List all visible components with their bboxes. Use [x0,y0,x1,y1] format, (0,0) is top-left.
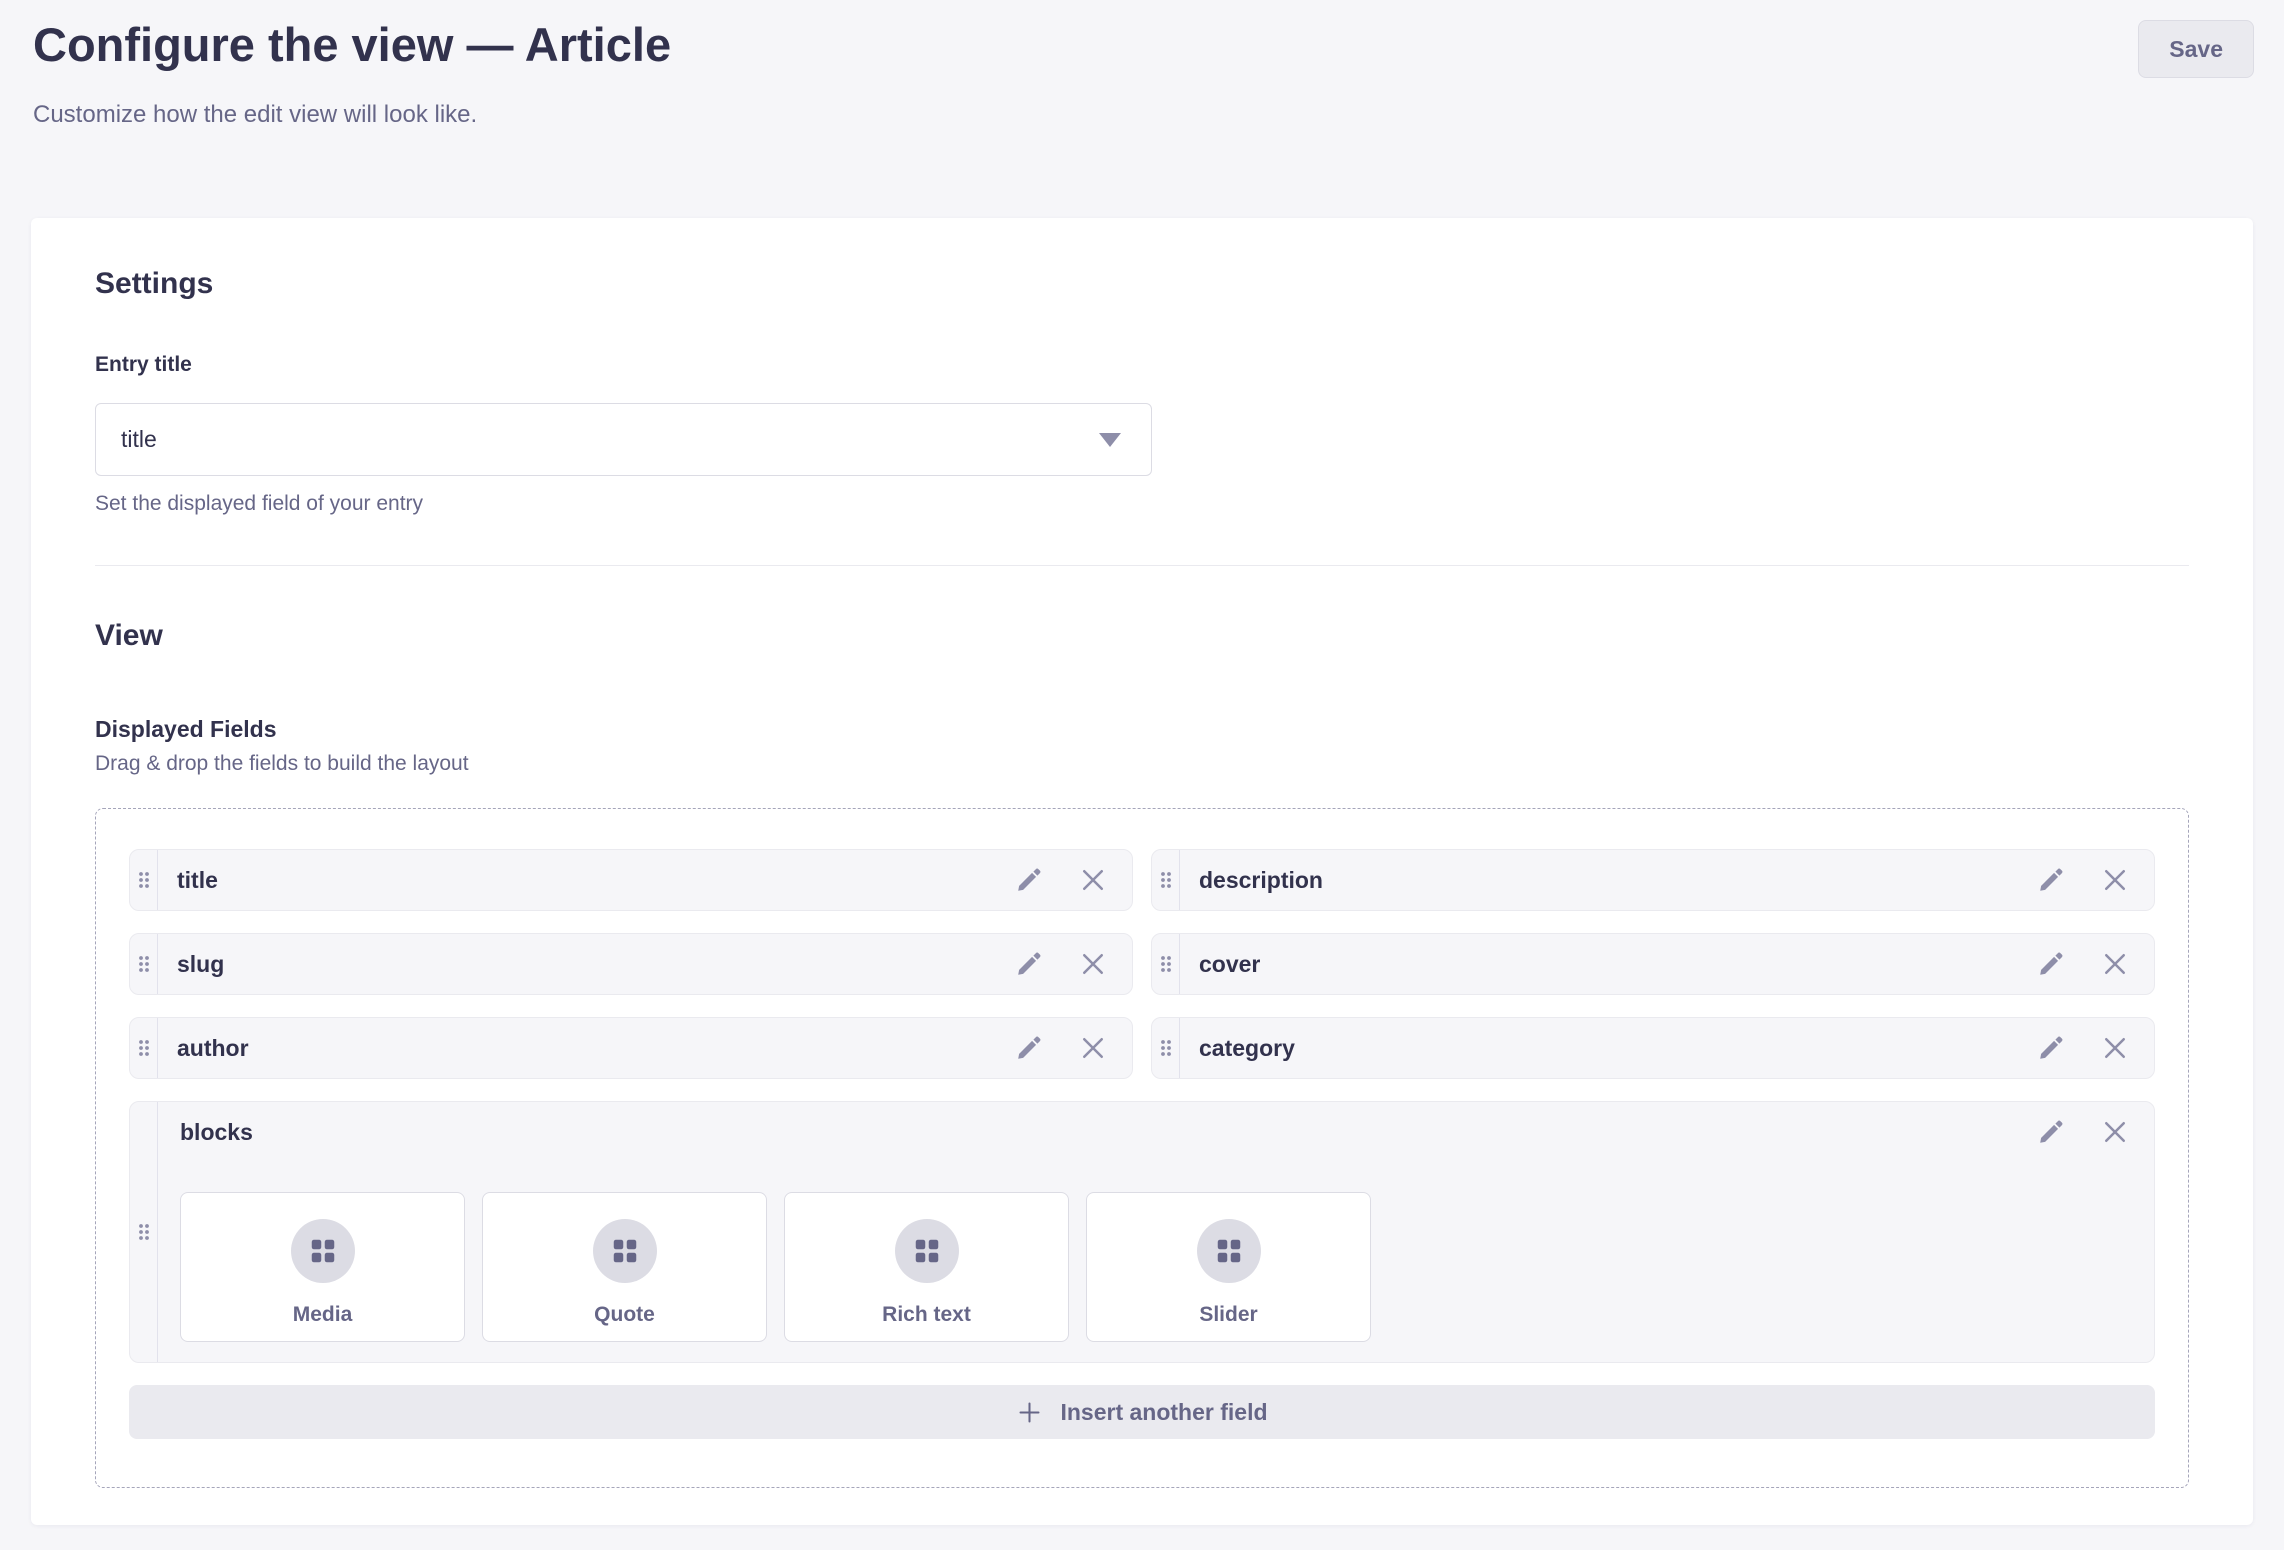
drag-dots-icon [1158,867,1174,893]
drag-dots-icon [136,1035,152,1061]
field-row-cover[interactable]: cover [1151,933,2155,995]
components-row: Media Quote Rich text Slider [180,1192,2130,1342]
component-card-rich-text[interactable]: Rich text [784,1192,1069,1342]
entry-title-group: Entry title title Set the displayed fiel… [95,352,2189,517]
component-grid-icon [1214,1236,1244,1266]
insert-field-button[interactable]: Insert another field [129,1385,2155,1439]
drag-dots-icon [136,867,152,893]
pencil-icon [2035,864,2067,896]
edit-field-button[interactable] [1013,1032,1045,1064]
component-icon-badge [291,1219,355,1283]
remove-field-button[interactable] [2100,949,2130,979]
field-row-description[interactable]: description [1151,849,2155,911]
pencil-icon [2035,1116,2067,1148]
entry-title-value: title [121,426,157,453]
edit-field-button[interactable] [2035,864,2067,896]
field-row-title[interactable]: title [129,849,1133,911]
component-card-slider[interactable]: Slider [1086,1192,1371,1342]
remove-field-button[interactable] [2100,1117,2130,1147]
edit-field-button[interactable] [2035,948,2067,980]
edit-field-button[interactable] [1013,948,1045,980]
pencil-icon [1013,1032,1045,1064]
displayed-fields-title: Displayed Fields [95,715,2189,743]
drag-handle[interactable] [1152,1018,1180,1078]
field-row-slug[interactable]: slug [129,933,1133,995]
cross-icon [2100,1033,2130,1063]
page-subtitle: Customize how the edit view will look li… [33,100,2253,130]
cross-icon [1078,1033,1108,1063]
page-title: Configure the view — Article [33,15,2253,74]
page-header: Configure the view — Article Customize h… [0,0,2284,130]
remove-field-button[interactable] [1078,1033,1108,1063]
field-name: title [177,867,1013,894]
entry-title-hint: Set the displayed field of your entry [95,491,2189,517]
component-grid-icon [912,1236,942,1266]
drag-dots-icon [136,951,152,977]
field-row-blocks[interactable]: blocks Media Quote [129,1101,2155,1363]
field-name: slug [177,951,1013,978]
edit-field-button[interactable] [2035,1116,2067,1148]
insert-field-label: Insert another field [1060,1399,1267,1426]
component-label: Quote [594,1303,655,1327]
drag-handle[interactable] [1152,850,1180,910]
blocks-header: blocks [180,1116,2130,1148]
caret-down-icon [1099,433,1121,447]
section-divider [95,565,2189,566]
view-heading: View [95,618,2189,654]
component-grid-icon [610,1236,640,1266]
drag-dots-icon [1158,1035,1174,1061]
field-name: category [1199,1035,2035,1062]
pencil-icon [1013,864,1045,896]
component-label: Slider [1199,1303,1257,1327]
entry-title-label: Entry title [95,352,2189,378]
component-grid-icon [308,1236,338,1266]
field-name: author [177,1035,1013,1062]
plus-icon [1016,1399,1043,1426]
cross-icon [2100,1117,2130,1147]
drag-handle[interactable] [1152,934,1180,994]
edit-field-button[interactable] [1013,864,1045,896]
drag-handle[interactable] [130,1018,158,1078]
configure-view-card: Settings Entry title title Set the displ… [31,218,2253,1525]
cross-icon [1078,865,1108,895]
field-name: blocks [180,1119,2035,1146]
blocks-content: blocks Media Quote [158,1102,2154,1362]
remove-field-button[interactable] [1078,949,1108,979]
remove-field-button[interactable] [2100,1033,2130,1063]
field-name: cover [1199,951,2035,978]
fields-dropzone: title description slug [95,808,2189,1488]
field-row-author[interactable]: author [129,1017,1133,1079]
field-row-category[interactable]: category [1151,1017,2155,1079]
entry-title-select[interactable]: title [95,403,1152,476]
component-label: Media [293,1303,353,1327]
drag-handle[interactable] [130,1102,158,1362]
cross-icon [1078,949,1108,979]
save-button[interactable]: Save [2138,20,2254,78]
fields-grid: title description slug [129,849,2155,1439]
component-icon-badge [593,1219,657,1283]
drag-handle[interactable] [130,850,158,910]
pencil-icon [1013,948,1045,980]
cross-icon [2100,949,2130,979]
pencil-icon [2035,1032,2067,1064]
remove-field-button[interactable] [1078,865,1108,895]
pencil-icon [2035,948,2067,980]
cross-icon [2100,865,2130,895]
component-card-quote[interactable]: Quote [482,1192,767,1342]
field-name: description [1199,867,2035,894]
edit-field-button[interactable] [2035,1032,2067,1064]
component-label: Rich text [882,1303,971,1327]
component-card-media[interactable]: Media [180,1192,465,1342]
drag-handle[interactable] [130,934,158,994]
drag-dots-icon [136,1219,152,1245]
drag-dots-icon [1158,951,1174,977]
settings-heading: Settings [95,266,2189,302]
component-icon-badge [895,1219,959,1283]
component-icon-badge [1197,1219,1261,1283]
displayed-fields-hint: Drag & drop the fields to build the layo… [95,751,2189,777]
remove-field-button[interactable] [2100,865,2130,895]
